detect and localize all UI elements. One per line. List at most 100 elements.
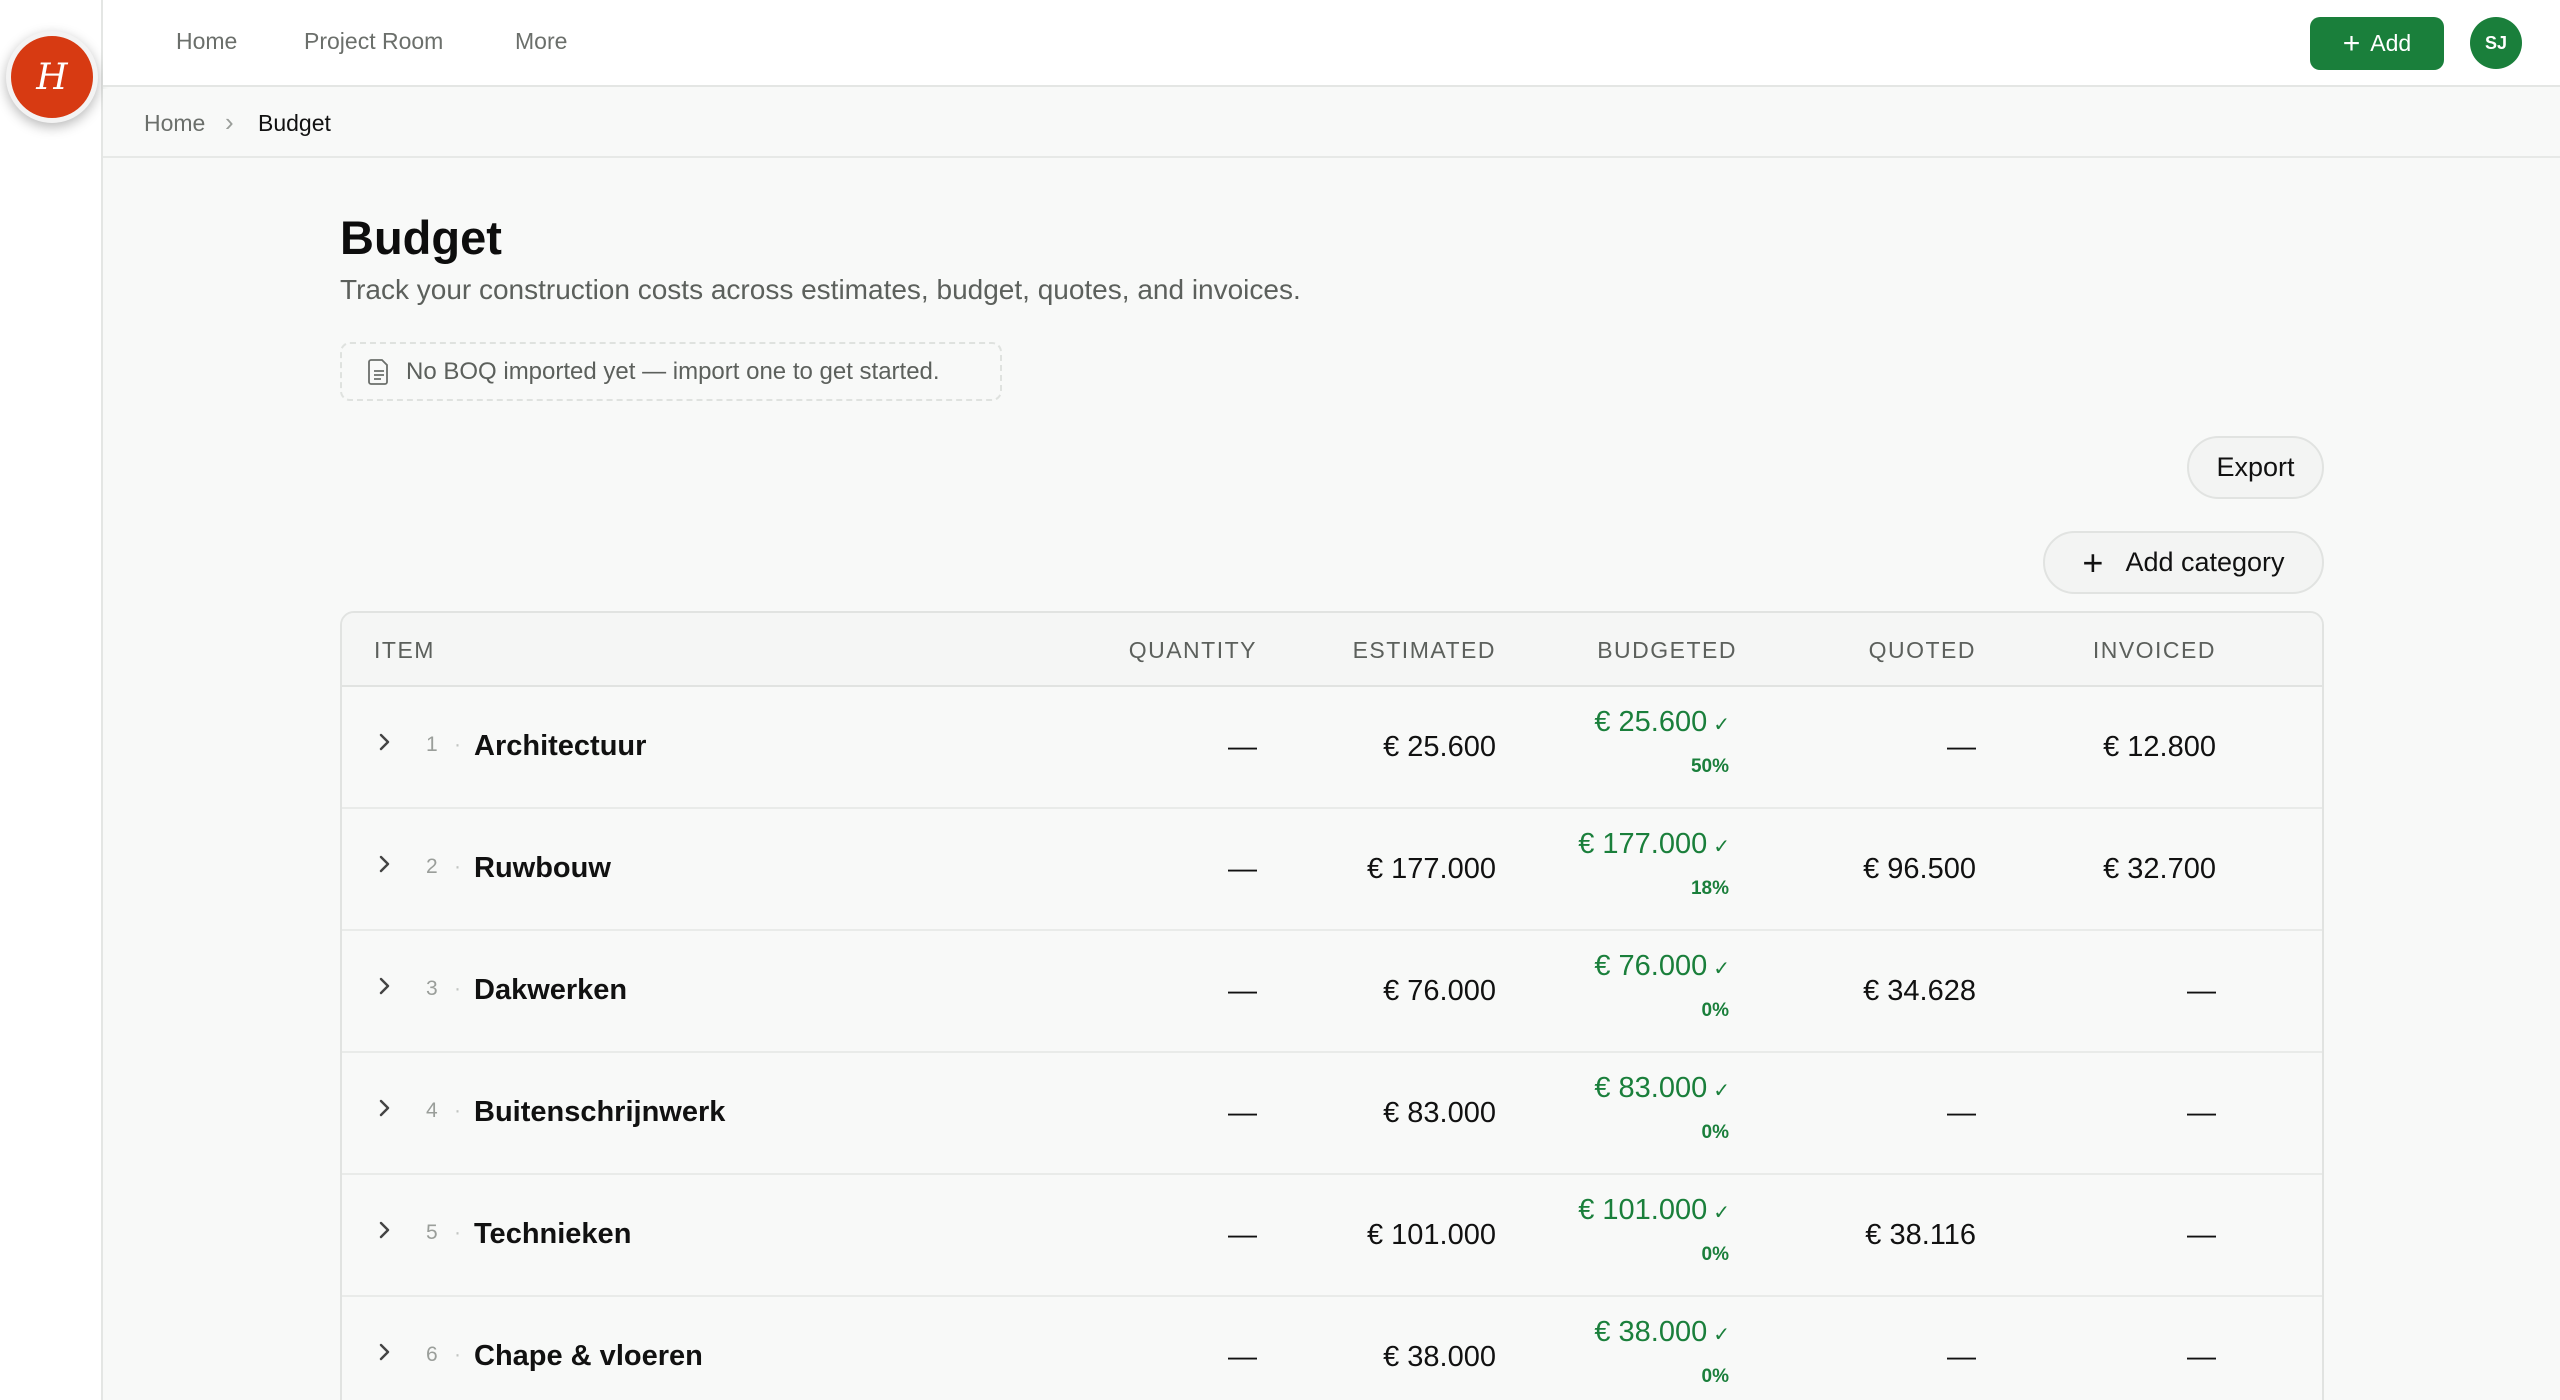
budgeted-cell: € 25.600 ✓ — [1594, 706, 1730, 739]
row-index-separator: · — [454, 1343, 461, 1366]
table-row[interactable]: 2 · Ruwbouw — € 177.000 € 177.000 ✓ 18% € 96.500… — [342, 809, 2322, 931]
row-index: 5 — [426, 1221, 438, 1244]
app-logo[interactable]: H — [6, 31, 98, 123]
budget-table: ITEM QUANTITY ESTIMATED BUDGETED QUOTED … — [340, 611, 2324, 1400]
budgeted-cell: € 76.000 ✓ — [1594, 950, 1730, 983]
row-index: 4 — [426, 1099, 438, 1122]
plus-icon: + — [2342, 26, 2361, 60]
check-icon: ✓ — [1713, 1202, 1730, 1224]
row-index-separator: · — [454, 733, 461, 756]
budgeted-value: € 177.000 — [1578, 828, 1708, 860]
check-icon: ✓ — [1713, 1080, 1730, 1102]
budgeted-value: € 38.000 — [1594, 1316, 1708, 1348]
breadcrumb-current: Budget — [258, 110, 331, 136]
add-button-label: Add — [2370, 30, 2412, 56]
budgeted-cell: € 38.000 ✓ — [1594, 1316, 1730, 1349]
row-index: 3 — [426, 977, 438, 1000]
budgeted-cell: € 83.000 ✓ — [1594, 1072, 1730, 1105]
check-icon: ✓ — [1713, 714, 1730, 736]
table-row[interactable]: 5 · Technieken — € 101.000 € 101.000 ✓ 0% € 38.1… — [342, 1175, 2322, 1297]
invoiced-cell: — — [2187, 1219, 2216, 1251]
table-row[interactable]: 4 · Buitenschrijnwerk — € 83.000 € 83.000 ✓ 0% —… — [342, 1053, 2322, 1175]
category-name[interactable]: Architectuur — [474, 730, 646, 763]
quantity-cell: — — [1228, 1097, 1257, 1129]
estimated-cell: € 177.000 — [1366, 853, 1496, 885]
breadcrumb: Home › Budget — [103, 89, 2560, 158]
budgeted-cell: € 101.000 ✓ — [1578, 1194, 1730, 1227]
top-bar: Home Project Room More — [103, 0, 2560, 87]
chevron-right-icon[interactable] — [376, 727, 394, 757]
row-index-separator: · — [454, 1099, 461, 1122]
quoted-cell: — — [1947, 1097, 1976, 1129]
category-name[interactable]: Dakwerken — [474, 974, 627, 1007]
estimated-cell: € 38.000 — [1383, 1341, 1496, 1373]
avatar[interactable]: SJ — [2470, 17, 2522, 69]
page-subtitle: Track your construction costs across est… — [340, 274, 1301, 305]
budget-percent: 50% — [1690, 756, 1729, 777]
add-button[interactable]: + Add — [2310, 17, 2444, 70]
budgeted-value: € 101.000 — [1578, 1194, 1708, 1226]
budget-percent: 0% — [1701, 1000, 1729, 1021]
invoiced-cell: € 32.700 — [2103, 853, 2216, 885]
nav-more[interactable]: More — [515, 28, 567, 55]
budgeted-value: € 83.000 — [1594, 1072, 1708, 1104]
chevron-right-icon[interactable] — [376, 1093, 394, 1123]
nav-home[interactable]: Home — [176, 28, 237, 55]
document-icon — [368, 358, 388, 385]
budget-percent: 0% — [1701, 1122, 1729, 1143]
budgeted-value: € 25.600 — [1594, 706, 1708, 738]
invoiced-cell: — — [2187, 1341, 2216, 1373]
budget-percent: 18% — [1690, 878, 1729, 899]
page-title: Budget — [340, 211, 502, 264]
row-index-separator: · — [454, 977, 461, 1000]
row-index: 2 — [426, 855, 438, 878]
quantity-cell: — — [1228, 1219, 1257, 1251]
row-index: 1 — [426, 733, 438, 756]
quantity-cell: — — [1228, 853, 1257, 885]
plus-icon: + — [2082, 541, 2104, 583]
left-rail: H — [0, 0, 103, 1400]
table-row[interactable]: 6 · Chape & vloeren — € 38.000 € 38.000 ✓ 0% — — — [342, 1297, 2322, 1400]
check-icon: ✓ — [1713, 836, 1730, 858]
quoted-cell: — — [1947, 1341, 1976, 1373]
breadcrumb-home[interactable]: Home — [144, 110, 205, 137]
logo-letter: H — [36, 56, 68, 98]
estimated-cell: € 101.000 — [1366, 1219, 1496, 1251]
chevron-right-icon[interactable] — [376, 1337, 394, 1367]
invoiced-cell: — — [2187, 975, 2216, 1007]
budgeted-cell: € 177.000 ✓ — [1578, 828, 1730, 861]
row-index-separator: · — [454, 855, 461, 878]
quoted-cell: € 96.500 — [1863, 853, 1976, 885]
estimated-cell: € 83.000 — [1383, 1097, 1496, 1129]
table-header: ITEM QUANTITY ESTIMATED BUDGETED QUOTED … — [342, 613, 2322, 687]
table-row[interactable]: 1 · Architectuur — € 25.600 € 25.600 ✓ 50% — € 12… — [342, 687, 2322, 809]
check-icon: ✓ — [1713, 958, 1730, 980]
boq-notice: No BOQ imported yet — import one to get … — [340, 342, 1002, 401]
export-button[interactable]: Export — [2187, 436, 2324, 499]
quantity-cell: — — [1228, 1341, 1257, 1373]
chevron-right-icon[interactable] — [376, 1215, 394, 1245]
header-item: ITEM — [374, 637, 435, 663]
add-category-button[interactable]: + Add category — [2043, 531, 2324, 594]
category-name[interactable]: Technieken — [474, 1218, 631, 1251]
chevron-right-icon[interactable] — [376, 971, 394, 1001]
budgeted-value: € 76.000 — [1594, 950, 1708, 982]
quantity-cell: — — [1228, 975, 1257, 1007]
category-name[interactable]: Ruwbouw — [474, 852, 611, 885]
chevron-right-icon[interactable] — [376, 849, 394, 879]
category-name[interactable]: Buitenschrijnwerk — [474, 1096, 725, 1129]
header-invoiced: INVOICED — [2092, 637, 2216, 663]
header-budgeted: BUDGETED — [1597, 637, 1737, 663]
table-row[interactable]: 3 · Dakwerken — € 76.000 € 76.000 ✓ 0% € 34.628 — — [342, 931, 2322, 1053]
estimated-cell: € 25.600 — [1383, 731, 1496, 763]
nav-project-room[interactable]: Project Room — [304, 28, 443, 55]
budget-percent: 0% — [1701, 1244, 1729, 1265]
invoiced-cell: — — [2187, 1097, 2216, 1129]
quoted-cell: € 38.116 — [1865, 1219, 1976, 1251]
category-name[interactable]: Chape & vloeren — [474, 1340, 703, 1373]
row-index-separator: · — [454, 1221, 461, 1244]
invoiced-cell: € 12.800 — [2103, 731, 2216, 763]
header-quoted: QUOTED — [1868, 637, 1976, 663]
quoted-cell: € 34.628 — [1863, 975, 1976, 1007]
check-icon: ✓ — [1713, 1324, 1730, 1346]
